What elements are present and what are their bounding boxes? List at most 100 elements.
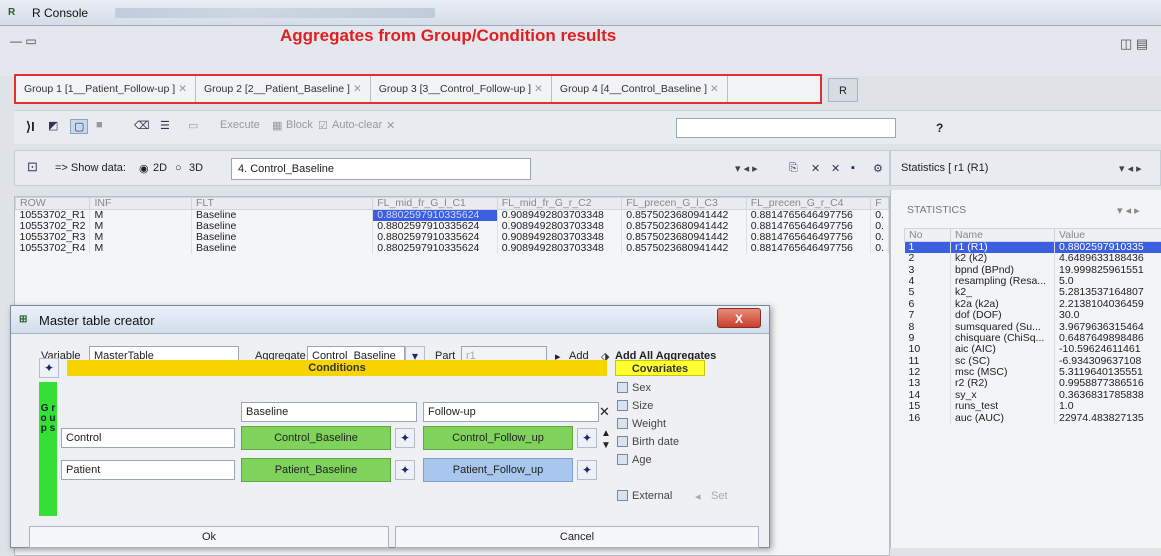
autoclear-checkbox[interactable]: ☑: [318, 119, 328, 132]
tab-r[interactable]: R: [828, 78, 858, 102]
covariate-size[interactable]: Size: [617, 400, 653, 412]
cell-control-baseline[interactable]: Control_Baseline: [241, 426, 391, 450]
stats-cell[interactable]: runs_test: [951, 401, 1055, 412]
checkbox-icon[interactable]: [617, 490, 628, 501]
cell[interactable]: 0.9089492803703348: [497, 243, 622, 254]
dropdown-arrow-icon[interactable]: ▾ ◂ ▸: [735, 162, 758, 175]
stats-cell[interactable]: 13: [905, 378, 951, 389]
stats-row[interactable]: 5k2_5.2813537164807: [905, 287, 1161, 298]
radio-2d[interactable]: ◉: [139, 162, 149, 175]
stats-row[interactable]: 15runs_test1.0: [905, 401, 1161, 412]
set-button[interactable]: Set: [711, 490, 728, 502]
pin-icon[interactable]: ✦: [395, 428, 415, 448]
stats-row[interactable]: 3bpnd (BPnd)19.999825961551: [905, 264, 1161, 275]
stats-cell[interactable]: dof (DOF): [951, 310, 1055, 321]
stats-cell[interactable]: k2a (k2a): [951, 299, 1055, 310]
stats-cell[interactable]: 6: [905, 299, 951, 310]
checkbox-icon[interactable]: [617, 436, 628, 447]
stop-icon[interactable]: ■: [96, 119, 103, 131]
stats-row[interactable]: 1r1 (R1)0.8802597910335: [905, 242, 1161, 254]
column-header[interactable]: FL_mid_fr_G_l_C1: [373, 198, 498, 210]
stats-cell[interactable]: 5.2813537164807: [1055, 287, 1161, 298]
stats-cell[interactable]: 0.6487649898486: [1055, 333, 1161, 344]
stats-cell[interactable]: sy_x: [951, 390, 1055, 401]
cell[interactable]: M: [90, 232, 192, 243]
tab-group-1[interactable]: Group 1 [1__Patient_Follow-up ]✕: [16, 76, 196, 102]
stats-cell[interactable]: 30.0: [1055, 310, 1161, 321]
copy-icon[interactable]: ⎘: [789, 162, 798, 175]
stats-cell[interactable]: 4.6489633188436: [1055, 253, 1161, 264]
stats-cell[interactable]: -10.59624611461: [1055, 344, 1161, 355]
ok-button[interactable]: Ok: [29, 526, 389, 548]
stats-cell[interactable]: 22974.483827135: [1055, 412, 1161, 423]
stats-row[interactable]: 2k2 (k2)4.6489633188436: [905, 253, 1161, 264]
column-header[interactable]: INF: [90, 198, 192, 210]
stats-cell[interactable]: 1: [905, 242, 951, 254]
remove-icon[interactable]: ✕: [599, 404, 610, 420]
pin-icon[interactable]: ✦: [577, 460, 597, 480]
run-icon[interactable]: ⟩I: [26, 119, 35, 135]
stats-cell[interactable]: r2 (R2): [951, 378, 1055, 389]
close-icon[interactable]: ✕: [353, 83, 362, 95]
group-2-input[interactable]: Patient: [61, 460, 235, 480]
close-icon[interactable]: ✕: [178, 83, 187, 95]
stats-cell[interactable]: chisquare (ChiSq...: [951, 333, 1055, 344]
chart-icon[interactable]: ◩: [48, 119, 58, 132]
save-icon[interactable]: ▪: [851, 162, 855, 174]
stats-row[interactable]: 12msc (MSC)5.3119640135551: [905, 367, 1161, 378]
stats-cell[interactable]: 16: [905, 412, 951, 423]
checkbox-icon[interactable]: [617, 400, 628, 411]
stats-cell[interactable]: k2 (k2): [951, 253, 1055, 264]
delete-all-icon[interactable]: ✕: [831, 162, 840, 175]
covariate-age[interactable]: Age: [617, 454, 652, 466]
column-header[interactable]: FL_precen_G_r_C4: [746, 198, 871, 210]
stats-cell[interactable]: 5.0: [1055, 276, 1161, 287]
stats-cell[interactable]: 5: [905, 287, 951, 298]
command-input[interactable]: [676, 118, 896, 138]
table-row[interactable]: 10553702_R4MBaseline0.88025979103356240.…: [16, 243, 889, 254]
column-header[interactable]: Name: [951, 229, 1055, 242]
statistics-selector[interactable]: Statistics [ r1 (R1): [901, 162, 988, 174]
group-1-input[interactable]: Control: [61, 428, 235, 448]
cell-patient-follow-up[interactable]: Patient_Follow_up: [423, 458, 573, 482]
stats-cell[interactable]: 15: [905, 401, 951, 412]
stats-cell[interactable]: sumsquared (Su...: [951, 321, 1055, 332]
block-checkbox-icon[interactable]: ▦: [272, 119, 282, 132]
radio-3d[interactable]: ○: [175, 162, 182, 174]
move-down-icon[interactable]: ▼: [601, 440, 611, 451]
stats-cell[interactable]: 0.8802597910335: [1055, 242, 1161, 254]
close-icon[interactable]: ✕: [534, 83, 543, 95]
execute-icon[interactable]: ▭: [188, 119, 198, 132]
stats-cell[interactable]: k2_: [951, 287, 1055, 298]
stats-row[interactable]: 4resampling (Resa...5.0: [905, 276, 1161, 287]
stats-cell[interactable]: 7: [905, 310, 951, 321]
close-button[interactable]: X: [717, 308, 761, 328]
covariate-weight[interactable]: Weight: [617, 418, 666, 430]
cell-patient-baseline[interactable]: Patient_Baseline: [241, 458, 391, 482]
pin-icon[interactable]: ✦: [39, 358, 59, 378]
stats-row[interactable]: 13r2 (R2)0.9958877386516: [905, 378, 1161, 389]
stats-cell[interactable]: 12: [905, 367, 951, 378]
stats-cell[interactable]: 4: [905, 276, 951, 287]
close-icon[interactable]: ✕: [386, 119, 395, 132]
cell[interactable]: M: [90, 210, 192, 222]
cell[interactable]: M: [90, 243, 192, 254]
cancel-button[interactable]: Cancel: [395, 526, 759, 548]
stats-row[interactable]: 7dof (DOF)30.0: [905, 310, 1161, 321]
table-icon[interactable]: ⊡: [27, 159, 38, 175]
column-header[interactable]: F: [871, 198, 889, 210]
column-header[interactable]: FL_mid_fr_G_r_C2: [497, 198, 622, 210]
tab-group-2[interactable]: Group 2 [2__Patient_Baseline ]✕: [196, 76, 371, 102]
stats-row[interactable]: 14sy_x0.3636831785838: [905, 390, 1161, 401]
help-button[interactable]: ?: [936, 121, 943, 135]
column-header[interactable]: Value: [1055, 229, 1161, 242]
restore-icon[interactable]: ◫ ▤: [1120, 36, 1148, 52]
stats-cell[interactable]: msc (MSC): [951, 367, 1055, 378]
stats-cell[interactable]: 19.999825961551: [1055, 264, 1161, 275]
covariate-birth-date[interactable]: Birth date: [617, 436, 679, 448]
clear-icon[interactable]: ⌫: [134, 119, 150, 132]
stats-cell[interactable]: 8: [905, 321, 951, 332]
checkbox-icon[interactable]: [617, 382, 628, 393]
column-header[interactable]: FL_precen_G_l_C3: [622, 198, 747, 210]
condition-2-input[interactable]: Follow-up: [423, 402, 599, 422]
